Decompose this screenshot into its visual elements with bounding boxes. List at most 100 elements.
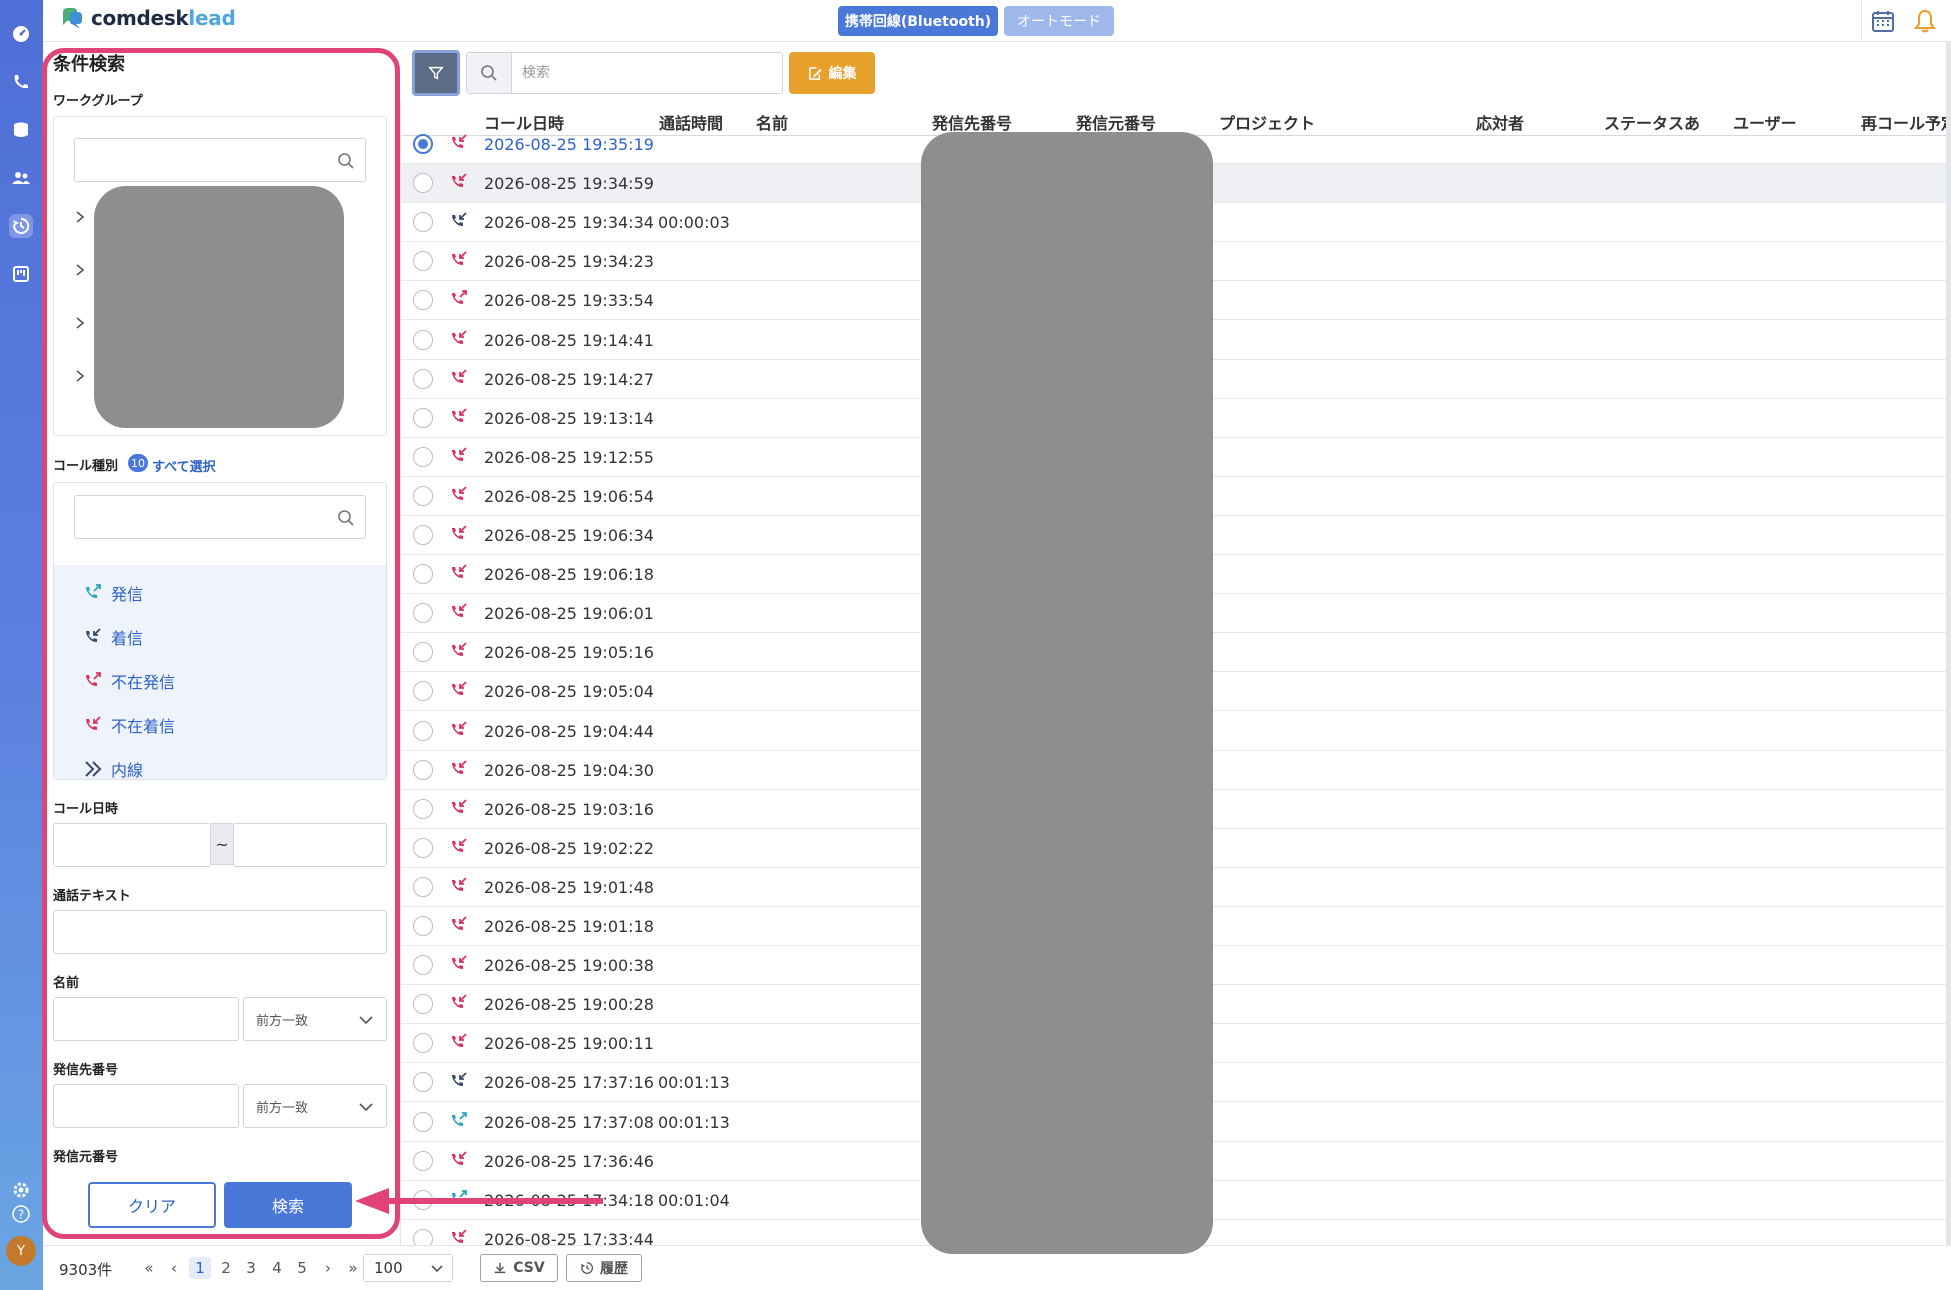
row-select-radio[interactable] — [413, 134, 433, 154]
call-datetime-cell: 2026-08-25 17:37:16 — [484, 1073, 654, 1093]
history-icon — [580, 1262, 593, 1274]
dest-number-input[interactable] — [53, 1084, 239, 1128]
name-input[interactable] — [53, 997, 239, 1041]
row-select-radio[interactable] — [413, 798, 433, 819]
bluetooth-line-button[interactable]: 携帯回線(Bluetooth) — [838, 6, 998, 36]
row-select-radio[interactable] — [413, 290, 433, 311]
edit-button[interactable]: 編集 — [789, 52, 875, 94]
history-button[interactable]: 履歴 — [566, 1254, 642, 1282]
help-icon[interactable]: ? — [9, 1202, 33, 1226]
missed-incoming-icon — [452, 916, 467, 930]
row-select-radio[interactable] — [413, 251, 433, 272]
row-select-radio[interactable] — [413, 1072, 433, 1093]
calltype-item[interactable]: 不在着信 — [83, 713, 175, 737]
users-icon[interactable] — [9, 166, 33, 190]
chevron-right-icon[interactable] — [73, 210, 87, 224]
page-button[interactable]: 4 — [266, 1257, 288, 1279]
board-icon[interactable] — [9, 262, 33, 286]
calltype-item[interactable]: 不在発信 — [83, 669, 175, 693]
call-datetime-cell: 2026-08-25 17:36:46 — [484, 1151, 654, 1171]
call-datetime-cell: 2026-08-25 19:05:16 — [484, 643, 654, 663]
row-select-radio[interactable] — [413, 916, 433, 936]
page-size-value: 100 — [374, 1259, 403, 1277]
source-number-label: 発信元番号 — [53, 1150, 119, 1165]
history-icon[interactable] — [9, 214, 33, 238]
row-select-radio[interactable] — [413, 173, 433, 194]
row-select-radio[interactable] — [413, 720, 433, 741]
logo-text-main: comdesk — [91, 6, 189, 30]
row-select-radio[interactable] — [413, 1033, 433, 1054]
table-search-input[interactable] — [522, 61, 772, 85]
select-all-link[interactable]: すべて選択 — [152, 456, 216, 475]
last-page-button[interactable]: » — [342, 1257, 364, 1279]
row-select-radio[interactable] — [413, 368, 433, 389]
page-button[interactable]: 3 — [240, 1257, 262, 1279]
row-select-radio[interactable] — [413, 1150, 433, 1171]
call-date-from-input[interactable] — [53, 823, 211, 867]
name-match-select[interactable]: 前方一致 — [243, 997, 387, 1041]
calltype-label-text: 着信 — [111, 629, 144, 648]
avatar[interactable]: Y — [6, 1236, 36, 1266]
first-page-button[interactable]: « — [138, 1257, 160, 1279]
missed-incoming-icon — [452, 486, 467, 500]
call-datetime-cell: 2026-08-25 19:35:19 — [484, 135, 654, 154]
call-datetime-cell: 2026-08-25 19:04:30 — [484, 760, 654, 780]
row-select-radio[interactable] — [413, 759, 433, 780]
row-select-radio[interactable] — [413, 564, 433, 585]
row-select-radio[interactable] — [413, 837, 433, 858]
row-select-radio[interactable] — [413, 329, 433, 350]
page-button[interactable]: 2 — [215, 1257, 237, 1279]
row-select-radio[interactable] — [413, 407, 433, 428]
clear-button[interactable]: クリア — [88, 1182, 216, 1228]
chevron-right-icon[interactable] — [73, 369, 87, 383]
missed-incoming-icon — [452, 955, 467, 970]
calendar-icon[interactable] — [1870, 8, 1896, 34]
calltype-item[interactable]: 発信 — [83, 581, 143, 605]
database-icon[interactable] — [9, 118, 33, 142]
call-datetime-cell: 2026-08-25 19:34:23 — [484, 252, 654, 272]
extension-icon — [85, 761, 102, 777]
row-select-radio[interactable] — [413, 681, 433, 702]
page-button[interactable]: 1 — [189, 1257, 211, 1279]
page-button[interactable]: 5 — [291, 1257, 313, 1279]
chevron-right-icon[interactable] — [73, 263, 87, 277]
edit-icon — [808, 66, 822, 80]
vertical-scrollbar[interactable] — [1946, 42, 1951, 1245]
phone-icon[interactable] — [9, 70, 33, 94]
row-select-radio[interactable] — [413, 603, 433, 624]
calltype-item[interactable]: 着信 — [83, 625, 143, 649]
filter-toggle-button[interactable] — [412, 50, 460, 96]
auto-mode-button[interactable]: オートモード — [1004, 6, 1114, 36]
row-select-radio[interactable] — [413, 642, 433, 663]
dashboard-icon[interactable] — [9, 22, 33, 46]
page-size-select[interactable]: 100 — [363, 1254, 453, 1282]
row-select-radio[interactable] — [413, 876, 433, 897]
row-select-radio[interactable] — [413, 1111, 433, 1132]
search-button[interactable]: 検索 — [224, 1182, 352, 1228]
row-select-radio[interactable] — [413, 485, 433, 506]
row-select-radio[interactable] — [413, 994, 433, 1015]
next-page-button[interactable]: › — [317, 1257, 339, 1279]
row-select-radio[interactable] — [413, 212, 433, 233]
csv-button[interactable]: CSV — [480, 1254, 558, 1282]
chevron-right-icon[interactable] — [73, 316, 87, 330]
table-search-box — [466, 52, 783, 94]
call-date-to-input[interactable] — [233, 823, 387, 867]
row-select-radio[interactable] — [413, 955, 433, 976]
settings-icon[interactable] — [9, 1178, 33, 1202]
row-select-radio[interactable] — [413, 446, 433, 467]
svg-text:?: ? — [18, 1208, 24, 1222]
call-text-input[interactable] — [53, 910, 387, 954]
bell-icon[interactable] — [1912, 8, 1938, 34]
calltype-search-input[interactable] — [74, 495, 366, 539]
calltype-item[interactable]: 内線 — [83, 757, 143, 781]
prev-page-button[interactable]: ‹ — [163, 1257, 185, 1279]
outgoing-call-icon — [86, 584, 101, 598]
row-select-radio[interactable] — [413, 1228, 433, 1245]
call-datetime-cell: 2026-08-25 19:33:54 — [484, 291, 654, 311]
dest-match-value: 前方一致 — [256, 1100, 309, 1116]
call-datetime-cell: 2026-08-25 19:03:16 — [484, 799, 654, 819]
workgroup-search-input[interactable] — [74, 138, 366, 182]
row-select-radio[interactable] — [413, 525, 433, 545]
dest-match-select[interactable]: 前方一致 — [243, 1084, 387, 1128]
